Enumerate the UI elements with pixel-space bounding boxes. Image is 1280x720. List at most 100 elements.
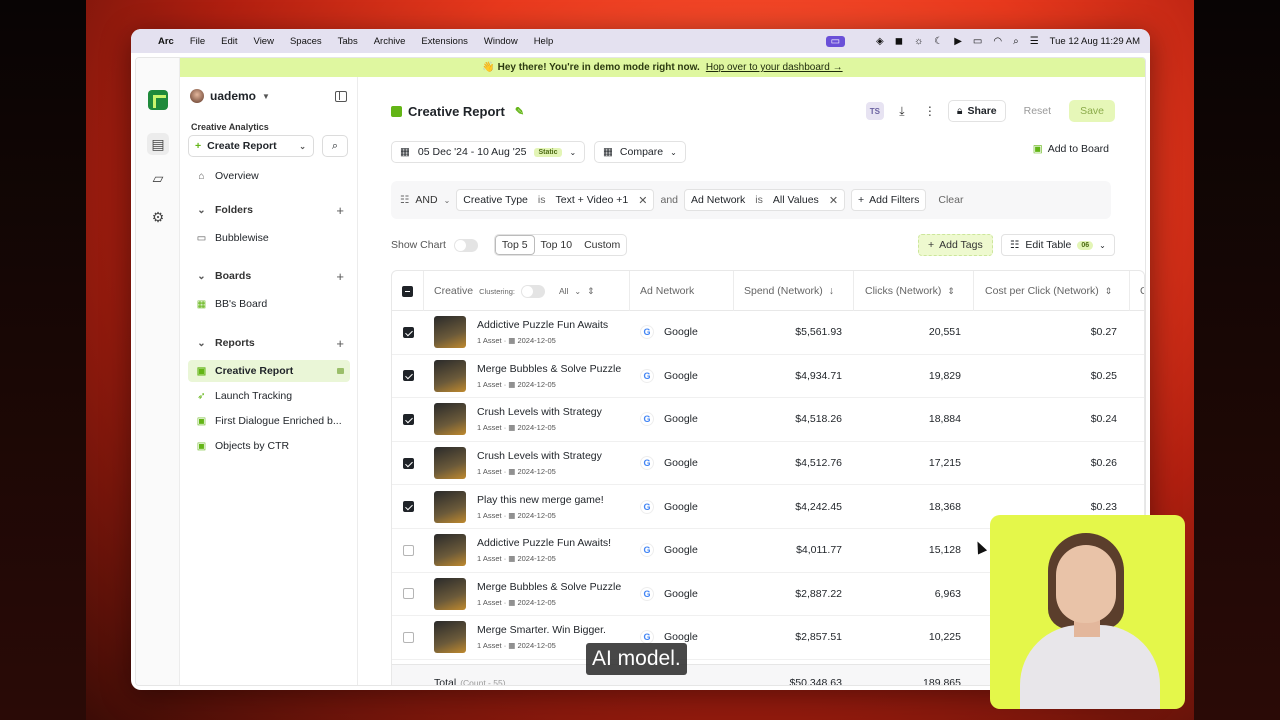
battery-icon[interactable]: ▭ <box>973 36 982 47</box>
more-icon[interactable]: ⋮ <box>920 104 940 118</box>
user-menu[interactable]: uademo ▼ <box>190 89 270 103</box>
creative-name[interactable]: Addictive Puzzle Fun Awaits <box>477 319 608 331</box>
creative-cell[interactable]: Merge Bubbles & Solve Puzzle 1 Asset · ▦ … <box>434 573 621 616</box>
creative-name[interactable]: Merge Smarter. Win Bigger. <box>477 624 606 636</box>
creative-cell[interactable]: Merge Smarter. Win Bigger. 1 Asset · ▦ 20… <box>434 616 606 659</box>
creative-cell[interactable]: Merge Bubbles & Solve Puzzle 1 Asset · ▦ … <box>434 355 621 398</box>
share-button[interactable]: 🔒︎ Share <box>947 100 1006 122</box>
creative-thumbnail[interactable] <box>434 490 466 523</box>
creative-name[interactable]: Addictive Puzzle Fun Awaits! <box>477 537 611 549</box>
reports-group[interactable]: ⌄ Reports + <box>188 332 350 354</box>
menu-file[interactable]: File <box>190 36 205 47</box>
add-board-icon[interactable]: + <box>336 269 344 284</box>
header-ad-network[interactable]: Ad Network <box>630 271 734 311</box>
menu-help[interactable]: Help <box>534 36 554 47</box>
add-folder-icon[interactable]: + <box>336 203 344 218</box>
creative-cell[interactable]: Crush Levels with Strategy 1 Asset · ▦ 20… <box>434 442 602 485</box>
header-clicks[interactable]: Clicks (Network) ⇕ <box>854 271 974 311</box>
show-chart-toggle[interactable] <box>453 238 478 252</box>
creative-thumbnail[interactable] <box>434 403 466 436</box>
row-checkbox[interactable] <box>402 457 414 469</box>
folders-group[interactable]: ⌄ Folders + <box>188 199 350 221</box>
row-checkbox[interactable] <box>402 326 414 338</box>
menu-tabs[interactable]: Tabs <box>338 36 358 47</box>
table-row[interactable]: Addictive Puzzle Fun Awaits 1 Asset · ▦ 2… <box>392 311 1144 355</box>
diamond-icon[interactable]: ◈ <box>876 36 884 47</box>
close-icon[interactable]: ✕ <box>829 194 838 207</box>
creative-thumbnail[interactable] <box>434 359 466 392</box>
brightness-icon[interactable]: ☼ <box>914 36 923 47</box>
row-checkbox[interactable] <box>402 370 414 382</box>
creative-cell[interactable]: Addictive Puzzle Fun Awaits 1 Asset · ▦ 2… <box>434 311 608 354</box>
add-report-icon[interactable]: + <box>336 336 344 351</box>
top5-option[interactable]: Top 5 <box>494 235 535 255</box>
app-s-icon[interactable]: ◼ <box>895 36 903 47</box>
wifi-icon[interactable]: ◠ <box>993 36 1002 47</box>
control-center-icon[interactable]: ☰ <box>1030 36 1039 47</box>
create-report-button[interactable]: + Create Report ⌄ <box>188 135 314 157</box>
reports-icon[interactable]: ▤ <box>147 133 169 155</box>
sidebar-collapse-icon[interactable] <box>335 91 347 102</box>
creative-thumbnail[interactable] <box>434 621 466 654</box>
creative-thumbnail[interactable] <box>434 577 466 610</box>
filter-chip-ad-network[interactable]: Ad Network is All Values ✕ <box>684 189 846 211</box>
screen-share-icon[interactable]: ▭ <box>825 35 846 47</box>
custom-option[interactable]: Custom <box>578 235 626 255</box>
creative-name[interactable]: Crush Levels with Strategy <box>477 406 602 418</box>
clear-filters-button[interactable]: Clear <box>938 194 963 206</box>
menu-archive[interactable]: Archive <box>374 36 406 47</box>
close-icon[interactable]: ✕ <box>638 194 647 207</box>
sidebar-item-bubblewise[interactable]: ▭ Bubblewise <box>188 227 350 249</box>
moon-icon[interactable]: ☾ <box>934 36 943 47</box>
header-extra[interactable]: C <box>1130 271 1144 311</box>
boards-group[interactable]: ⌄ Boards + <box>188 265 350 287</box>
dashboard-link[interactable]: Hop over to your dashboard → <box>706 62 843 73</box>
menu-app-name[interactable]: Arc <box>158 36 174 47</box>
sidebar-item-bb-board[interactable]: ▦ BB's Board <box>188 293 350 315</box>
creative-cell[interactable]: Crush Levels with Strategy 1 Asset · ▦ 20… <box>434 398 602 441</box>
sort-icon[interactable]: ⇕ <box>587 286 595 297</box>
select-all-checkbox[interactable] <box>402 285 413 297</box>
row-checkbox[interactable] <box>402 588 414 600</box>
add-to-board-button[interactable]: ▣ Add to Board <box>1033 143 1109 155</box>
creative-name[interactable]: Play this new merge game! <box>477 494 604 506</box>
table-row[interactable]: Merge Bubbles & Solve Puzzle 1 Asset · ▦ … <box>392 355 1144 399</box>
clustering-toggle[interactable] <box>520 284 545 298</box>
sidebar-item-launch-tracking[interactable]: ➶ Launch Tracking <box>188 385 350 407</box>
creative-cell[interactable]: Addictive Puzzle Fun Awaits! 1 Asset · ▦ … <box>434 529 611 572</box>
sidebar-item-overview[interactable]: ⌂ Overview <box>188 165 350 187</box>
table-row[interactable]: Crush Levels with Strategy 1 Asset · ▦ 20… <box>392 442 1144 486</box>
filter-chip-creative-type[interactable]: Creative Type is Text + Video +1 ✕ <box>456 189 655 211</box>
sidebar-search-button[interactable]: ⌕ <box>322 135 348 157</box>
add-filters-button[interactable]: + Add Filters <box>851 189 927 211</box>
clustering-filter[interactable]: All <box>559 286 568 296</box>
add-tags-button[interactable]: + Add Tags <box>918 234 993 256</box>
row-checkbox[interactable] <box>402 501 414 513</box>
header-creative[interactable]: Creative Clustering: All ⌄ ⇕ <box>424 271 630 311</box>
pencil-icon[interactable]: ✎ <box>515 105 524 118</box>
row-checkbox[interactable] <box>402 544 414 556</box>
header-select-all[interactable] <box>392 271 424 311</box>
table-row[interactable]: Crush Levels with Strategy 1 Asset · ▦ 20… <box>392 398 1144 442</box>
creative-thumbnail[interactable] <box>434 534 466 567</box>
menu-window[interactable]: Window <box>484 36 518 47</box>
menu-view[interactable]: View <box>254 36 274 47</box>
sidebar-item-first-dialogue[interactable]: ▣ First Dialogue Enriched b... <box>188 410 350 432</box>
search-icon[interactable]: ⌕ <box>1013 36 1019 47</box>
creative-name[interactable]: Merge Bubbles & Solve Puzzle <box>477 363 621 375</box>
header-cpc[interactable]: Cost per Click (Network) ⇕ <box>974 271 1130 311</box>
monitor-chart-icon[interactable]: ▱ <box>147 167 169 189</box>
date-range-select[interactable]: ▦ 05 Dec '24 - 10 Aug '25 Static ⌄ <box>391 141 586 163</box>
row-checkbox[interactable] <box>402 631 414 643</box>
avatar[interactable]: TS <box>865 102 884 120</box>
reset-button[interactable]: Reset <box>1014 100 1061 122</box>
creative-name[interactable]: Merge Bubbles & Solve Puzzle <box>477 581 621 593</box>
creative-thumbnail[interactable] <box>434 447 466 480</box>
edit-table-button[interactable]: ☷ Edit Table 06 ⌄ <box>1001 234 1115 256</box>
top10-option[interactable]: Top 10 <box>535 235 579 255</box>
compare-select[interactable]: ▦ Compare ⌄ <box>594 141 686 163</box>
menu-spaces[interactable]: Spaces <box>290 36 322 47</box>
row-checkbox[interactable] <box>402 413 414 425</box>
gear-icon[interactable]: ⚙ <box>147 206 169 228</box>
creative-name[interactable]: Crush Levels with Strategy <box>477 450 602 462</box>
